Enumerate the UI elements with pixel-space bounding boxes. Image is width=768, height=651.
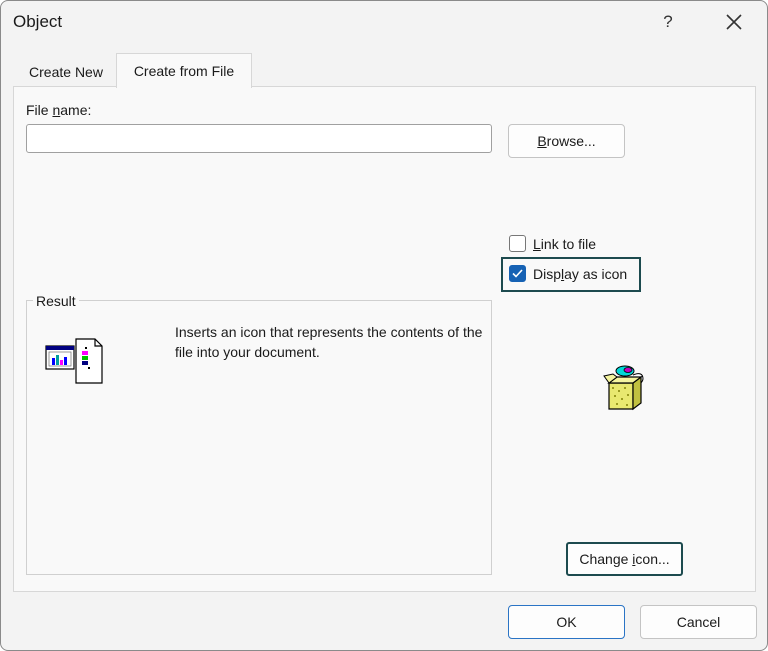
browse-button[interactable]: Browse...	[508, 124, 625, 158]
file-name-label: File name:	[26, 102, 91, 118]
cancel-button[interactable]: Cancel	[640, 605, 757, 639]
tab-create-new[interactable]: Create New	[15, 57, 117, 87]
link-label-rest: ink to file	[540, 236, 597, 252]
embedded-object-icon	[45, 337, 105, 388]
browse-label: rowse...	[546, 133, 596, 149]
display-as-icon-label: Display as icon	[533, 266, 627, 282]
display-as-icon-checkbox[interactable]	[509, 265, 526, 282]
close-button[interactable]	[717, 7, 751, 37]
tab-create-from-file[interactable]: Create from File	[116, 53, 252, 88]
ok-button[interactable]: OK	[508, 605, 625, 639]
file-name-input[interactable]	[26, 124, 492, 153]
change-icon-label-pre: Change	[579, 551, 633, 567]
browse-access-key: B	[537, 133, 547, 149]
close-icon	[726, 14, 742, 30]
display-label-post: ay as icon	[564, 266, 628, 282]
link-to-file-checkbox[interactable]	[509, 235, 526, 252]
file-name-label-post: ame:	[60, 102, 92, 118]
object-dialog: Object ? Create New Create from File Fil…	[0, 0, 768, 651]
link-access-key: L	[533, 236, 541, 252]
dialog-title: Object	[13, 12, 63, 31]
result-description: Inserts an icon that represents the cont…	[175, 324, 483, 360]
change-icon-button[interactable]: Change icon...	[566, 542, 683, 576]
display-label-pre: Disp	[533, 266, 562, 282]
file-name-label-pre: File	[26, 102, 53, 118]
change-icon-label-post: con...	[635, 551, 670, 567]
package-icon	[603, 363, 649, 416]
checkmark-icon	[512, 269, 523, 278]
help-button[interactable]: ?	[651, 7, 685, 37]
link-to-file-label: Link to file	[533, 236, 596, 252]
title-bar: Object ?	[1, 1, 767, 43]
result-legend: Result	[33, 293, 79, 309]
